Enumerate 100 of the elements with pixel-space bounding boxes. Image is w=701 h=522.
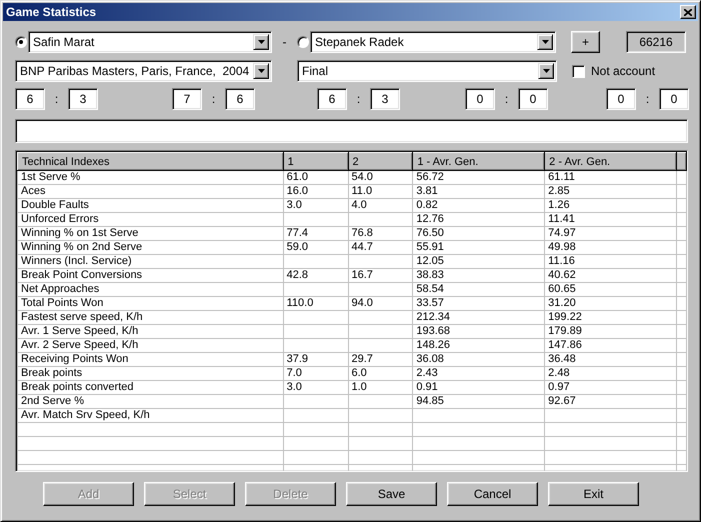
table-cell: 59.0: [283, 240, 348, 254]
score-field[interactable]: 3: [68, 88, 98, 110]
table-cell: 2nd Serve %: [18, 394, 284, 408]
table-cell: 212.34: [412, 310, 545, 324]
table-cell: Break points converted: [18, 380, 284, 394]
dropdown-arrow-icon[interactable]: [542, 40, 548, 44]
score-field[interactable]: 0: [606, 88, 636, 110]
table-cell: 76.50: [412, 226, 545, 240]
table-cell: Net Approaches: [18, 282, 284, 296]
table-cell: Fastest serve speed, K/h: [18, 310, 284, 324]
column-header[interactable]: 2 - Avr. Gen.: [544, 152, 676, 170]
table-cell: 11.41: [544, 212, 676, 226]
column-header[interactable]: 1: [283, 152, 348, 170]
table-cell: Avr. 1 Serve Speed, K/h: [18, 324, 284, 338]
table-cell: 179.89: [544, 324, 676, 338]
comment-field[interactable]: [15, 119, 688, 143]
table-cell: 147.86: [544, 338, 676, 352]
score-separator: :: [644, 92, 650, 106]
table-cell: Receiving Points Won: [18, 352, 284, 366]
column-header[interactable]: Technical Indexes: [18, 152, 284, 170]
table-cell: 3.81: [412, 184, 545, 198]
table-cell: 1st Serve %: [18, 170, 284, 184]
table-cell: 36.08: [412, 352, 545, 366]
score-field[interactable]: 0: [465, 88, 495, 110]
score-field[interactable]: 0: [659, 88, 689, 110]
table-cell: Avr. 2 Serve Speed, K/h: [18, 338, 284, 352]
table-cell: 12.76: [412, 212, 545, 226]
table-cell: 56.72: [412, 170, 545, 184]
table-cell: 110.0: [283, 296, 348, 310]
action-button[interactable]: Exit: [548, 482, 639, 506]
score-field[interactable]: 6: [317, 88, 347, 110]
score-field[interactable]: 6: [15, 88, 45, 110]
table-cell: 199.22: [544, 310, 676, 324]
table-cell: 92.67: [544, 394, 676, 408]
table-cell: 49.98: [544, 240, 676, 254]
round-dropdown[interactable]: Final: [297, 60, 557, 82]
score-separator: :: [356, 92, 362, 106]
table-cell: 16.0: [283, 184, 348, 198]
checkbox-label[interactable]: Not account: [591, 64, 656, 78]
table-cell: 0.82: [412, 198, 545, 212]
table-cell: 36.48: [544, 352, 676, 366]
table-cell: Avr. Match Srv Speed, K/h: [18, 408, 284, 422]
score-separator: :: [210, 92, 216, 106]
table-cell: 2.43: [412, 366, 545, 380]
score-field[interactable]: 7: [172, 88, 202, 110]
table-cell: 74.97: [544, 226, 676, 240]
score-field[interactable]: 6: [225, 88, 255, 110]
table-cell: 58.54: [412, 282, 545, 296]
table-cell: 6.0: [348, 366, 413, 380]
dropdown-arrow-icon[interactable]: [542, 69, 550, 73]
table-cell: 0.91: [412, 380, 545, 394]
table-cell: Winning % on 1st Serve: [18, 226, 284, 240]
table-cell: Double Faults: [18, 198, 284, 212]
table-cell: 55.91: [412, 240, 545, 254]
add-player-button[interactable]: +: [571, 31, 600, 53]
table-cell: 40.62: [544, 268, 676, 282]
window-title: Game Statistics: [6, 5, 96, 19]
table-cell: 7.0: [283, 366, 348, 380]
checkbox[interactable]: [572, 64, 585, 78]
table-cell: Aces: [18, 184, 284, 198]
table-cell: 16.7: [348, 268, 413, 282]
table-cell: 4.0: [348, 198, 413, 212]
player-dropdown[interactable]: Safin Marat: [28, 31, 272, 53]
table-cell: 44.7: [348, 240, 413, 254]
column-header[interactable]: 2: [348, 152, 413, 170]
radio-button[interactable]: [15, 36, 27, 48]
table-cell: 94.85: [412, 394, 545, 408]
versus-separator: -: [282, 35, 288, 49]
table-cell: 2.48: [544, 366, 676, 380]
score-separator: :: [504, 92, 510, 106]
table-cell: 60.65: [544, 282, 676, 296]
table-cell: Winning % on 2nd Serve: [18, 240, 284, 254]
table-cell: 94.0: [348, 296, 413, 310]
table-cell: 54.0: [348, 170, 413, 184]
table-cell: 12.05: [412, 254, 545, 268]
table-cell: Winners (Incl. Service): [18, 254, 284, 268]
table-cell: 2.85: [544, 184, 676, 198]
table-cell: 38.83: [412, 268, 545, 282]
table-cell: Total Points Won: [18, 296, 284, 310]
player-dropdown[interactable]: Stepanek Radek: [310, 31, 556, 53]
score-field[interactable]: 0: [518, 88, 548, 110]
radio-button[interactable]: [297, 36, 309, 48]
action-button[interactable]: Cancel: [447, 482, 538, 506]
dropdown-arrow-icon[interactable]: [258, 40, 264, 44]
column-header[interactable]: [676, 152, 686, 170]
score-field[interactable]: 3: [370, 88, 400, 110]
score-separator: :: [54, 92, 60, 106]
table-cell: 33.57: [412, 296, 545, 310]
table-cell: 42.8: [283, 268, 348, 282]
tournament-dropdown[interactable]: BNP Paribas Masters, Paris, France, 2004: [15, 60, 272, 82]
action-button[interactable]: Save: [346, 482, 437, 506]
table-cell: 11.0: [348, 184, 413, 198]
table-cell: 3.0: [283, 380, 348, 394]
close-button[interactable]: [680, 5, 696, 19]
column-header[interactable]: 1 - Avr. Gen.: [412, 152, 545, 170]
dropdown-arrow-icon[interactable]: [258, 69, 264, 73]
table-cell: 76.8: [348, 226, 413, 240]
table-cell: Break points: [18, 366, 284, 380]
table-cell: 77.4: [283, 226, 348, 240]
table-cell: 29.7: [348, 352, 413, 366]
